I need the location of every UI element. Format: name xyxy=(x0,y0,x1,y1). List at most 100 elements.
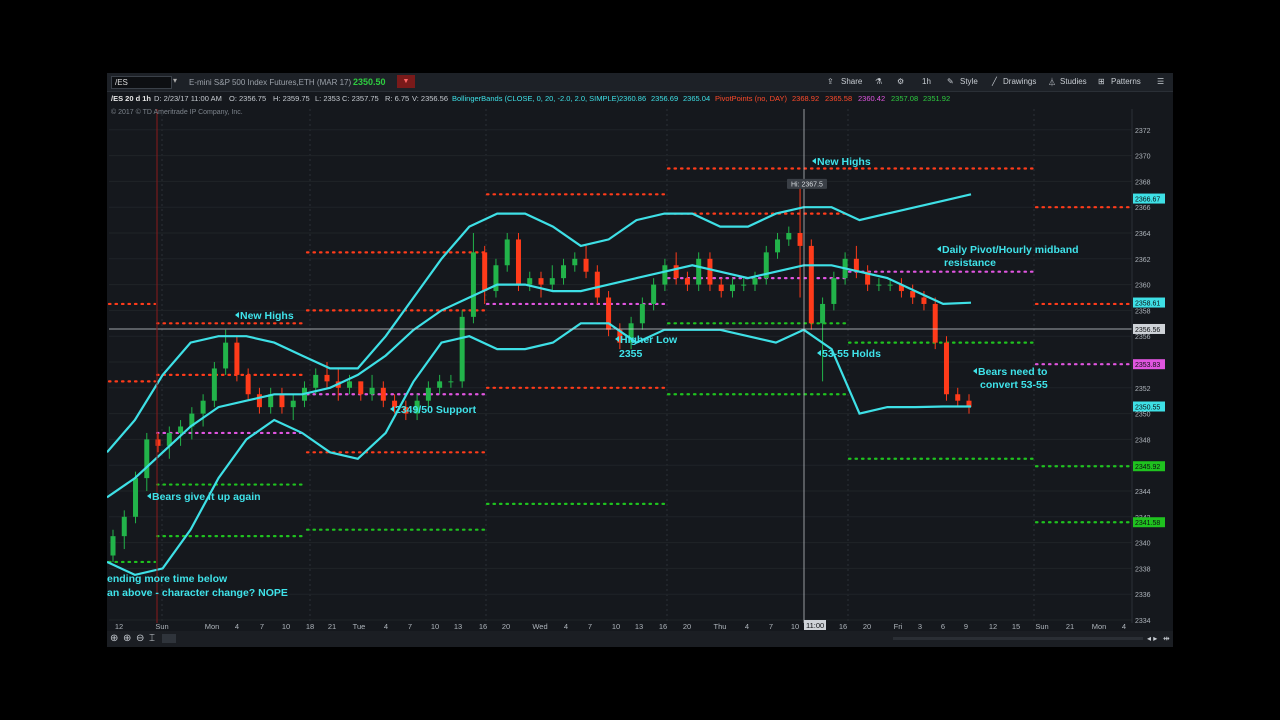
zoom-in-icon[interactable]: ⊕ xyxy=(123,634,131,644)
candle-body xyxy=(482,252,488,292)
candle-body xyxy=(504,239,510,266)
candle-body xyxy=(955,394,961,401)
candle-body xyxy=(313,374,319,388)
share-button[interactable]: Share xyxy=(841,77,862,86)
style-button[interactable]: Style xyxy=(960,77,978,86)
bb-value-3: 2365.04 xyxy=(683,94,711,103)
candle-body xyxy=(470,252,476,317)
symbol-input[interactable]: /ES xyxy=(111,76,172,89)
y-tick-label: 2366 xyxy=(1135,205,1151,212)
annotation-text: convert 53-55 xyxy=(980,379,1048,391)
x-tick-label: 13 xyxy=(454,622,462,631)
y-tick-label: 2362 xyxy=(1135,257,1151,264)
y-tick-label: 2350 xyxy=(1135,412,1151,419)
bollinger-label[interactable]: BollingerBands (CLOSE, 0, 20, -2.0, 2.0,… xyxy=(452,94,619,103)
bb-value-1: 2360.86 xyxy=(619,94,647,103)
x-tick-label: 18 xyxy=(306,622,314,631)
drawings-icon[interactable]: ╱ xyxy=(992,77,997,86)
pivot-label[interactable]: PivotPoints (no, DAY) xyxy=(715,94,787,103)
flask-icon[interactable]: ⚗ xyxy=(875,77,882,86)
price-label-text: 2353.83 xyxy=(1135,362,1160,369)
candle-body xyxy=(200,400,206,414)
price-chart[interactable]: Hi: 2367.5 New Highs Bears give it up agai… xyxy=(107,73,1173,647)
studies-icon[interactable]: ⏃ xyxy=(1048,77,1056,88)
gear-icon[interactable]: ⚙ xyxy=(897,77,904,86)
candle-body xyxy=(673,265,679,279)
candle-body xyxy=(245,374,251,395)
zoom-out-icon[interactable]: ⊖ xyxy=(136,634,144,644)
copyright-text: © 2017 © TD Ameritrade IP Company, Inc. xyxy=(111,109,243,116)
candle-body xyxy=(358,381,364,395)
candle-body xyxy=(741,284,747,286)
horizontal-scrollbar[interactable] xyxy=(893,637,1143,640)
high-label: H: 2359.75 xyxy=(273,94,310,103)
x-tick-label: 6 xyxy=(941,622,945,631)
x-tick-label: 12 xyxy=(115,622,123,631)
y-tick-label: 2340 xyxy=(1135,541,1151,548)
drawings-button[interactable]: Drawings xyxy=(1003,77,1036,86)
scroll-mode-icon[interactable] xyxy=(162,634,176,643)
candle-body xyxy=(178,426,184,433)
candle-body xyxy=(279,394,285,408)
symbol-dropdown-icon[interactable]: ▾ xyxy=(173,76,177,85)
candle-body xyxy=(290,400,296,408)
info-header: /ES 20 d 1h D: 2/23/17 11:00 AM O: 2356.… xyxy=(107,92,1173,105)
period-label: /ES 20 d 1h xyxy=(111,94,152,103)
y-tick-label: 2348 xyxy=(1135,437,1151,444)
crosshair-time-label: 11:00 xyxy=(806,621,824,630)
timeframe-button[interactable]: 1h xyxy=(922,77,931,86)
candle-body xyxy=(887,284,893,286)
scroll-arrows-icon[interactable]: ◂ ▸ xyxy=(1147,634,1157,644)
plot-background xyxy=(107,73,1173,647)
candle-body xyxy=(561,265,567,279)
x-tick-label: 12 xyxy=(989,622,997,631)
candle-body xyxy=(808,245,814,324)
change-badge: ▼ xyxy=(397,75,415,88)
patterns-icon[interactable]: ⊞ xyxy=(1098,77,1105,86)
candle-body xyxy=(572,258,578,266)
y-tick-label: 2344 xyxy=(1135,489,1151,496)
pp-value-1: 2368.92 xyxy=(792,94,820,103)
studies-button[interactable]: Studies xyxy=(1060,77,1087,86)
expand-icon[interactable]: ⇹ xyxy=(1163,634,1170,644)
crosshair-icon[interactable]: ⊕ xyxy=(110,634,118,644)
share-icon[interactable]: ⇪ xyxy=(827,77,834,86)
candle-body xyxy=(583,258,589,272)
annotation-text: New Highs xyxy=(240,310,294,322)
y-tick-label: 2358 xyxy=(1135,308,1151,315)
candle-body xyxy=(437,381,443,388)
cursor-icon[interactable]: ⌶ xyxy=(149,634,155,644)
candle-body xyxy=(696,258,702,285)
x-tick-label: 7 xyxy=(588,622,592,631)
low-label: L: 2353 xyxy=(315,94,341,103)
annotation-text: 2355 xyxy=(619,348,643,360)
candle-body xyxy=(684,278,690,285)
candle-body xyxy=(718,284,724,292)
style-icon[interactable]: ✎ xyxy=(947,77,954,86)
x-tick-label: 4 xyxy=(235,622,239,631)
candle-body xyxy=(527,278,533,285)
y-tick-label: 2364 xyxy=(1135,231,1151,238)
menu-icon[interactable]: ☰ xyxy=(1157,77,1164,86)
range-label: R: 6.75 xyxy=(385,94,410,103)
price-label-text: 2350.55 xyxy=(1135,405,1160,412)
candle-body xyxy=(943,342,949,395)
value-label: V: 2356.56 xyxy=(412,94,449,103)
x-tick-label: Tue xyxy=(353,622,366,631)
date-label: D: 2/23/17 11:00 AM xyxy=(154,94,222,103)
x-tick-label: Sun xyxy=(1035,622,1048,631)
y-tick-label: 2372 xyxy=(1135,128,1151,135)
annotation-text: Daily Pivot/Hourly midband xyxy=(942,244,1079,256)
candle-body xyxy=(144,439,150,479)
candle-body xyxy=(347,381,353,388)
x-tick-label: 16 xyxy=(659,622,667,631)
x-tick-label: 7 xyxy=(408,622,412,631)
candle-body xyxy=(932,303,938,343)
candle-body xyxy=(211,368,217,401)
x-tick-label: 4 xyxy=(564,622,568,631)
candle-body xyxy=(155,439,161,446)
patterns-button[interactable]: Patterns xyxy=(1111,77,1141,86)
candle-body xyxy=(133,478,139,517)
candle-body xyxy=(639,303,645,324)
annotation-text: an above - character change? NOPE xyxy=(107,587,288,599)
